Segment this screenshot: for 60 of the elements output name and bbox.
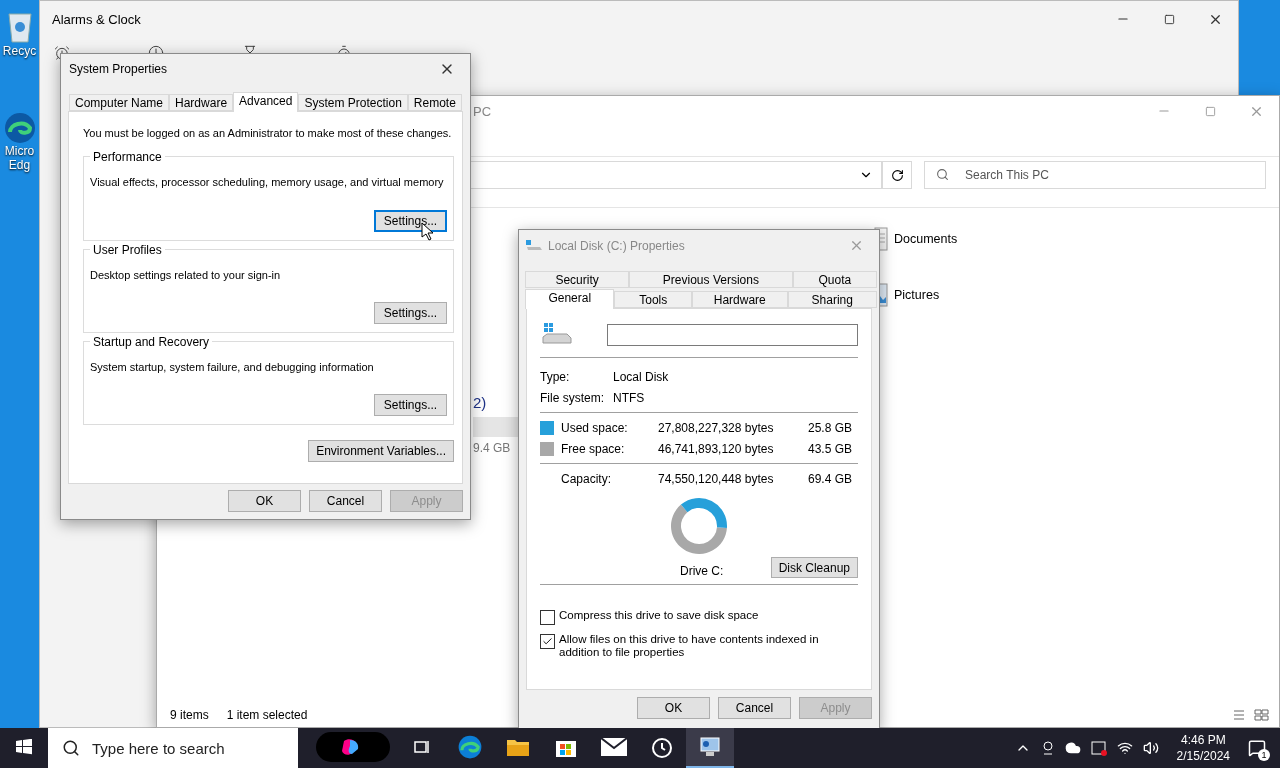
property-value: 27,808,227,328 bytes [658, 420, 775, 435]
dialog-tab[interactable]: Computer Name [69, 94, 170, 111]
desktop-icon-label[interactable]: Recyc [2, 44, 37, 58]
property-value: 69.4 GB [808, 471, 854, 486]
group-description: Desktop settings related to your sign-in [90, 268, 281, 282]
dialog-tab[interactable]: Security [525, 271, 630, 288]
settings-button[interactable]: Settings... [374, 210, 447, 232]
property-label: File system: [540, 390, 605, 405]
group-title: User Profiles [90, 243, 165, 257]
notification-count: 1 [1258, 749, 1270, 761]
dialog-tab[interactable]: Sharing [787, 291, 877, 308]
dialog-tab[interactable]: Hardware [169, 94, 234, 111]
group-title: Startup and Recovery [90, 335, 213, 349]
disk-cleanup-button[interactable]: Disk Cleanup [770, 557, 858, 578]
taskbar-search-field[interactable]: Type here to search [48, 728, 298, 768]
property-label: Used space: [561, 420, 629, 435]
property-label: Type: [540, 369, 571, 384]
group-description: System startup, system failure, and debugging information [90, 360, 374, 374]
admin-note: You must be logged on as an Administrator to make most of these changes. [83, 126, 453, 140]
property-value: 46,741,893,120 bytes [658, 441, 775, 456]
property-value: NTFS [613, 390, 646, 405]
folder-label[interactable]: Documents [894, 232, 958, 246]
desktop-icon-label[interactable]: Micro Edg [4, 144, 35, 172]
dialog-title: Local Disk (C:) Properties [548, 238, 686, 253]
property-value: 43.5 GB [808, 441, 854, 456]
drive-size: 9.4 GB [473, 441, 511, 455]
property-label: Capacity: [561, 471, 613, 486]
dialog-tab[interactable]: Previous Versions [629, 271, 793, 288]
chart-caption: Drive C: [680, 564, 724, 578]
dialog-tab[interactable]: Advanced [233, 92, 299, 112]
property-value: Local Disk [613, 369, 670, 384]
status-text: 9 items [170, 708, 209, 722]
folder-label[interactable]: Pictures [894, 288, 940, 302]
dialog-tab[interactable]: Remote [407, 94, 462, 111]
group-heading: 2) [473, 394, 487, 411]
search-field[interactable]: Search This PC [924, 161, 1266, 189]
dialog-tab[interactable]: Hardware [692, 291, 788, 308]
window-title: Alarms & Clock [52, 11, 142, 27]
environment-variables-button[interactable]: Environment Variables... [308, 440, 454, 462]
dialog-title: System Properties [69, 61, 169, 76]
dialog-button[interactable]: Cancel [718, 697, 791, 719]
checkbox-label[interactable]: Compress this drive to save disk space [559, 609, 759, 622]
dialog-tab[interactable]: Quota [792, 271, 877, 288]
status-text: 1 item selected [226, 708, 308, 722]
dialog-tab[interactable]: Tools [614, 291, 693, 308]
settings-button[interactable]: Settings... [374, 302, 447, 324]
property-value: 74,550,120,448 bytes [658, 471, 775, 486]
group-description: Visual effects, processor scheduling, memory usage, and virtual memory [90, 175, 444, 189]
property-label: Free space: [561, 441, 626, 456]
group-title: Performance [90, 150, 165, 164]
checkbox-label[interactable]: Allow files on this drive to have contents indexed in addition to file properties [559, 633, 858, 659]
dialog-tab[interactable]: System Protection [298, 94, 408, 111]
property-value: 25.8 GB [808, 420, 854, 435]
dialog-button[interactable]: OK [228, 490, 301, 512]
window-title: PC [473, 103, 493, 119]
dialog-button[interactable]: OK [637, 697, 710, 719]
dialog-button[interactable]: Cancel [309, 490, 382, 512]
settings-button[interactable]: Settings... [374, 394, 447, 416]
clock-area[interactable]: 4:46 PM 2/15/2024 [1168, 732, 1238, 764]
dialog-tab[interactable]: General [525, 289, 615, 309]
